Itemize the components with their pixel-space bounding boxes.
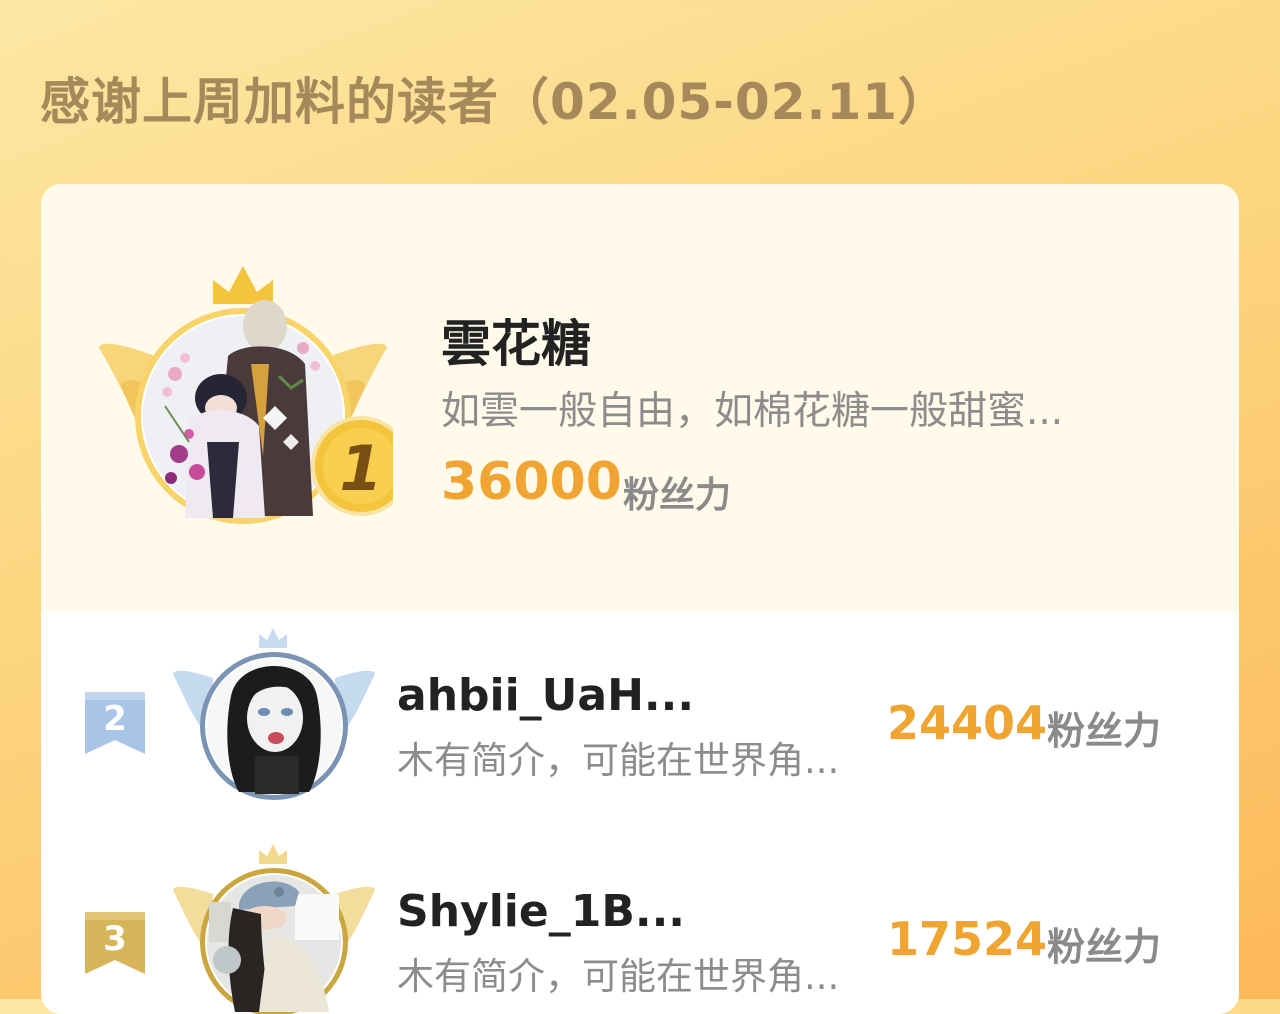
reader-intro: 如雲一般自由，如棉花糖一般甜蜜...	[441, 389, 1064, 434]
reader-intro: 木有简介，可能在世界角...	[397, 955, 840, 998]
rank-number: 2	[103, 699, 127, 739]
score-unit: 粉丝力	[623, 475, 732, 516]
avatar-with-wings	[173, 844, 375, 1014]
reader-name[interactable]: Shylie_1B...	[397, 886, 685, 937]
reader-name[interactable]: 雲花糖	[441, 304, 591, 376]
reader-leaderboard: 1 雲花糖 如雲一般自由，如棉花糖一般甜蜜... 36000 粉丝力 2 ahb…	[41, 184, 1239, 1014]
reader-name[interactable]: ahbii_UaH...	[397, 670, 694, 721]
reader-score: 17524	[887, 912, 1048, 966]
reader-score: 36000	[441, 452, 622, 512]
score-unit: 粉丝力	[1047, 709, 1162, 753]
rank-number: 1	[339, 432, 382, 505]
rank-ribbon-icon: 2	[85, 692, 145, 754]
rank-number: 3	[103, 919, 127, 959]
rank-ribbon-icon: 3	[85, 912, 145, 974]
crown-wings-icon: 1	[99, 266, 393, 524]
reader-score: 24404	[887, 696, 1048, 750]
score-unit: 粉丝力	[1047, 925, 1162, 969]
avatar-with-wings	[173, 628, 375, 800]
page-title: 感谢上周加料的读者（02.05-02.11）	[40, 73, 950, 131]
reader-intro: 木有简介，可能在世界角...	[397, 739, 840, 782]
